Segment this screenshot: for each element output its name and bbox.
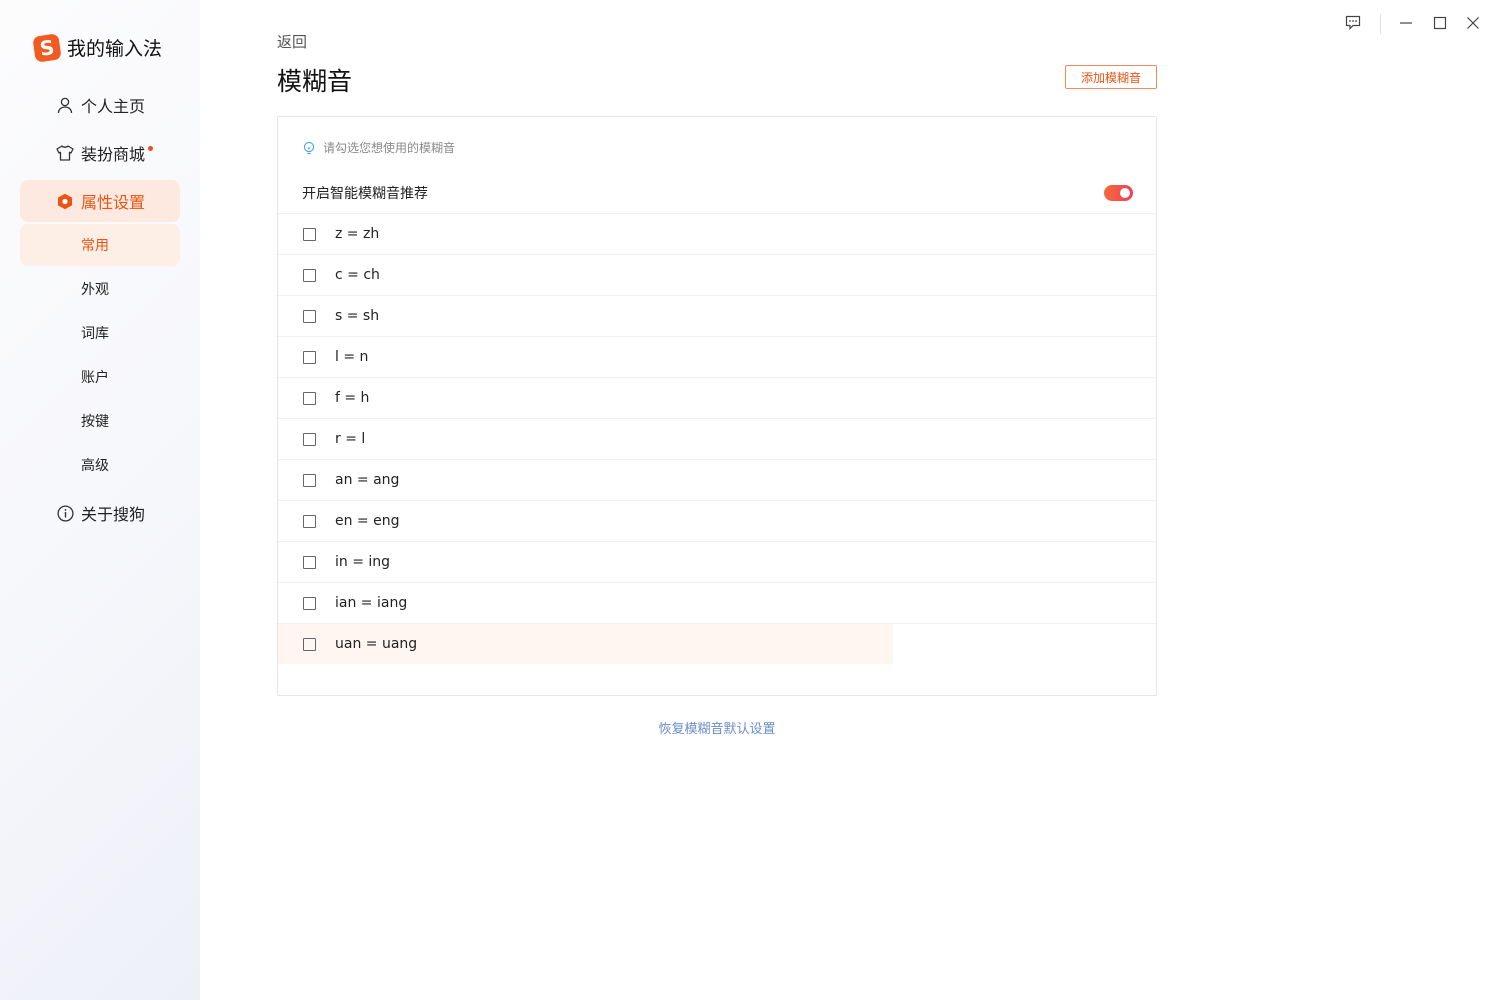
hint-row: 请勾选您想使用的模糊音 bbox=[302, 139, 455, 156]
nav-label-about: 关于搜狗 bbox=[81, 505, 146, 524]
page-title: 模糊音 bbox=[277, 67, 353, 96]
close-button[interactable] bbox=[1463, 14, 1483, 34]
info-icon bbox=[56, 504, 74, 522]
nav-item-settings[interactable]: 属性设置 bbox=[20, 180, 180, 222]
fuzzy-panel: 请勾选您想使用的模糊音 开启智能模糊音推荐 z = zh c = ch s = … bbox=[277, 116, 1157, 696]
fuzzy-rule-label: uan = uang bbox=[335, 636, 418, 652]
fuzzy-rule-label: l = n bbox=[335, 349, 369, 365]
fuzzy-rule-label: an = ang bbox=[335, 472, 400, 488]
fuzzy-rule-label: f = h bbox=[335, 390, 370, 406]
close-icon bbox=[1466, 15, 1480, 34]
fuzzy-rule-row[interactable]: an = ang bbox=[278, 460, 1156, 501]
sub-item-appearance[interactable]: 外观 bbox=[20, 268, 180, 310]
fuzzy-rule-row[interactable]: s = sh bbox=[278, 296, 1156, 337]
fuzzy-rule-row[interactable]: in = ing bbox=[278, 542, 1156, 583]
smart-fuzzy-toggle[interactable] bbox=[1104, 185, 1133, 201]
fuzzy-rule-checkbox[interactable] bbox=[303, 432, 316, 446]
minimize-icon bbox=[1399, 15, 1413, 34]
maximize-icon bbox=[1433, 15, 1447, 34]
fuzzy-rule-checkbox[interactable] bbox=[303, 268, 316, 282]
nav-item-home[interactable]: 个人主页 bbox=[20, 84, 180, 126]
shirt-icon bbox=[56, 144, 74, 162]
sub-item-account[interactable]: 账户 bbox=[20, 356, 180, 398]
reset-defaults-link[interactable]: 恢复模糊音默认设置 bbox=[0, 718, 1434, 737]
sidebar: S 我的输入法 个人主页 装扮商城 属性设置 常用 外观 词库 账户 按键 高级… bbox=[0, 0, 200, 1000]
fuzzy-rule-checkbox[interactable] bbox=[303, 514, 316, 528]
fuzzy-rule-label: r = l bbox=[335, 431, 366, 447]
fuzzy-rule-row[interactable]: l = n bbox=[278, 337, 1156, 378]
fuzzy-rule-checkbox[interactable] bbox=[303, 555, 316, 569]
notification-dot bbox=[148, 145, 154, 151]
minimize-button[interactable] bbox=[1396, 14, 1416, 34]
feedback-button[interactable] bbox=[1343, 14, 1363, 34]
hint-text: 请勾选您想使用的模糊音 bbox=[323, 141, 456, 155]
back-link[interactable]: 返回 bbox=[277, 31, 307, 52]
nav-item-store[interactable]: 装扮商城 bbox=[20, 132, 180, 174]
maximize-button[interactable] bbox=[1430, 14, 1450, 34]
window-controls-divider bbox=[1380, 14, 1381, 34]
fuzzy-rule-checkbox[interactable] bbox=[303, 350, 316, 364]
fuzzy-rule-label: en = eng bbox=[335, 513, 400, 529]
fuzzy-rule-row[interactable]: uan = uang bbox=[278, 624, 1156, 664]
sub-item-common[interactable]: 常用 bbox=[20, 224, 180, 266]
app-name: 我的输入法 bbox=[67, 38, 163, 60]
fuzzy-rule-label: s = sh bbox=[335, 308, 380, 324]
fuzzy-rule-checkbox[interactable] bbox=[303, 391, 316, 405]
fuzzy-rule-checkbox[interactable] bbox=[303, 473, 316, 487]
lightbulb-icon bbox=[302, 141, 316, 155]
fuzzy-rule-row[interactable]: r = l bbox=[278, 419, 1156, 460]
fuzzy-rule-checkbox[interactable] bbox=[303, 309, 316, 323]
fuzzy-rule-checkbox[interactable] bbox=[303, 596, 316, 610]
fuzzy-rule-row[interactable]: z = zh bbox=[278, 214, 1156, 255]
fuzzy-rule-label: in = ing bbox=[335, 554, 391, 570]
sub-item-advanced[interactable]: 高级 bbox=[20, 444, 180, 486]
fuzzy-rule-label: c = ch bbox=[335, 267, 380, 283]
brand: S 我的输入法 bbox=[32, 32, 163, 63]
nav-label-store: 装扮商城 bbox=[81, 145, 146, 164]
sub-item-keys[interactable]: 按键 bbox=[20, 400, 180, 442]
toggle-knob bbox=[1120, 188, 1130, 198]
nav-item-about[interactable]: 关于搜狗 bbox=[20, 492, 180, 534]
smart-fuzzy-label: 开启智能模糊音推荐 bbox=[302, 186, 428, 202]
fuzzy-rule-row[interactable]: ian = iang bbox=[278, 583, 1156, 624]
fuzzy-rule-row[interactable]: c = ch bbox=[278, 255, 1156, 296]
fuzzy-rule-label: z = zh bbox=[335, 226, 380, 242]
settings-hexagon-icon bbox=[56, 192, 74, 210]
nav-label-settings: 属性设置 bbox=[81, 193, 146, 212]
sogou-logo-icon: S bbox=[32, 32, 62, 63]
fuzzy-rule-label: ian = iang bbox=[335, 595, 408, 611]
fuzzy-rule-checkbox[interactable] bbox=[303, 227, 316, 241]
sub-item-dictionary[interactable]: 词库 bbox=[20, 312, 180, 354]
smart-fuzzy-row: 开启智能模糊音推荐 bbox=[278, 173, 1156, 214]
fuzzy-rule-checkbox[interactable] bbox=[303, 637, 316, 651]
feedback-icon bbox=[1345, 15, 1361, 34]
user-icon bbox=[56, 96, 74, 114]
add-fuzzy-button[interactable]: 添加模糊音 bbox=[1065, 65, 1157, 89]
fuzzy-rule-row[interactable]: f = h bbox=[278, 378, 1156, 419]
fuzzy-rule-row[interactable]: en = eng bbox=[278, 501, 1156, 542]
nav-label-home: 个人主页 bbox=[81, 97, 146, 116]
